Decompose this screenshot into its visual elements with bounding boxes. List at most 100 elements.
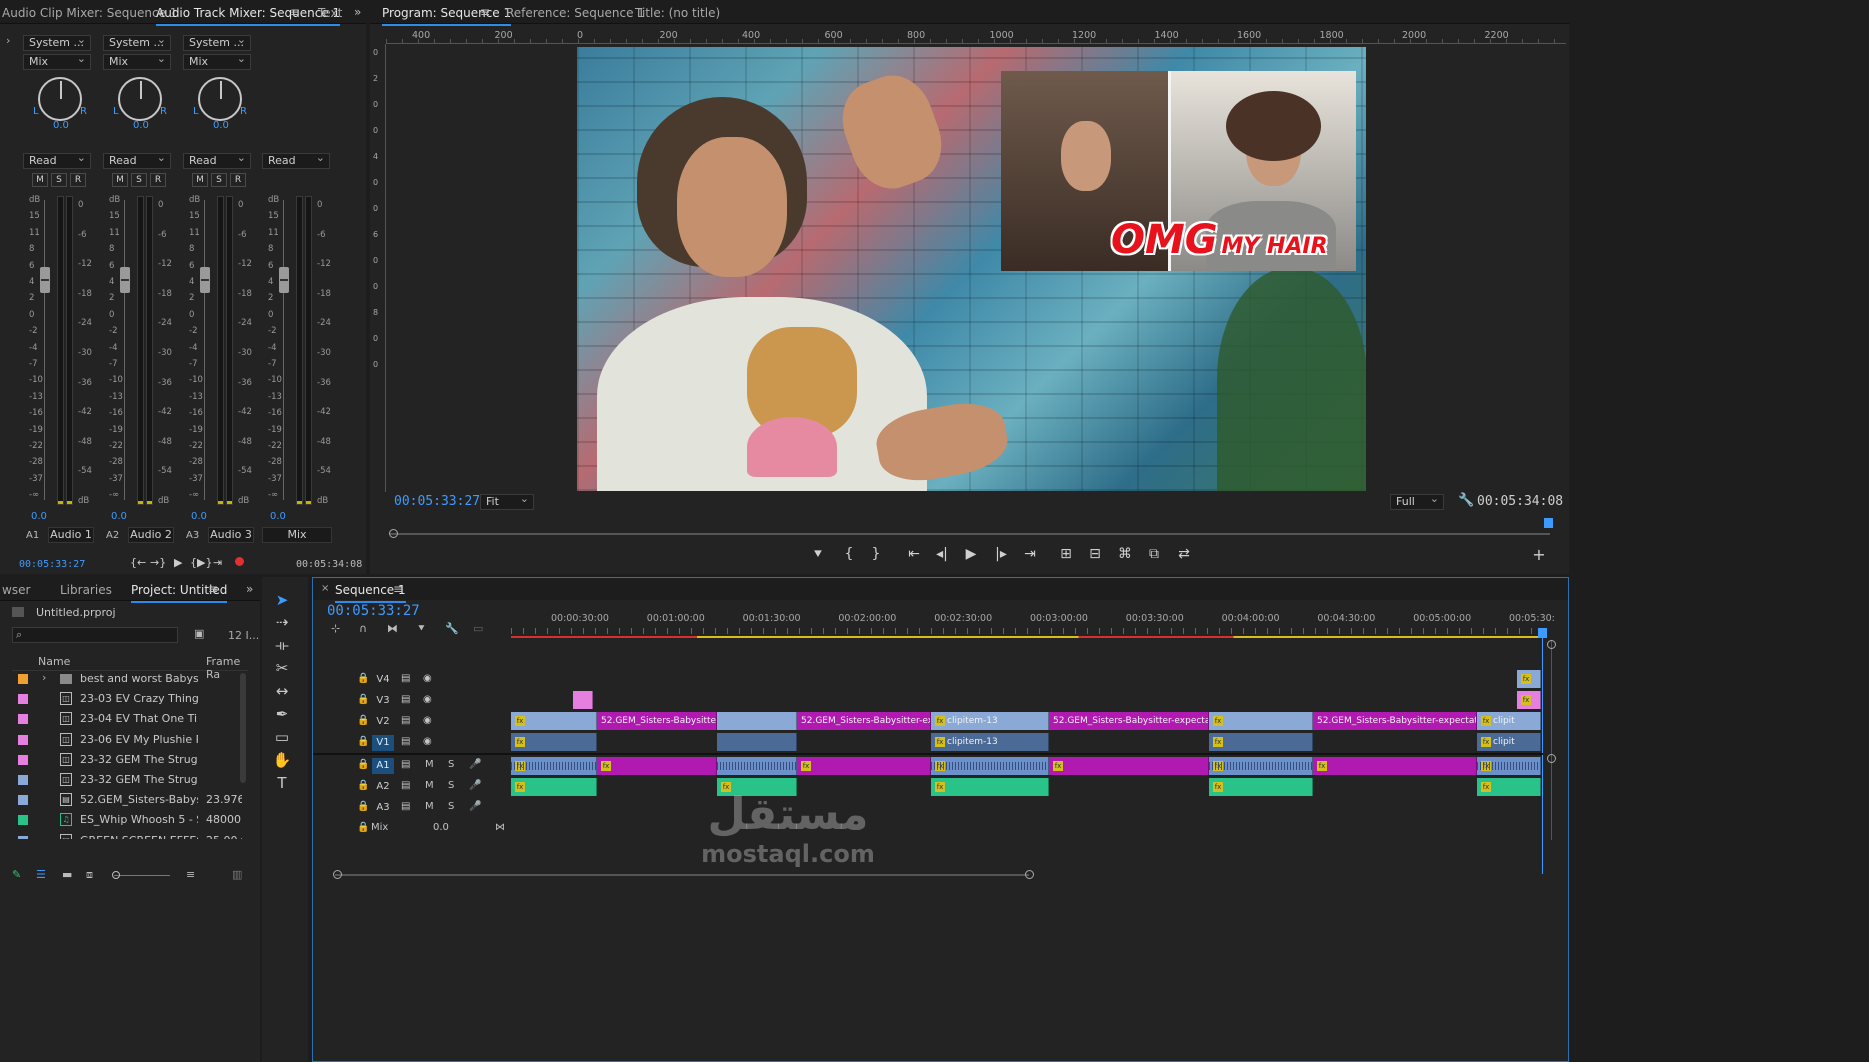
track-target-toggle[interactable]: V4: [372, 672, 394, 688]
mixer-current-time[interactable]: 00:05:33:27: [19, 559, 85, 570]
label-color-swatch[interactable]: [18, 795, 28, 806]
comparison-view-icon[interactable]: ⧉: [1143, 546, 1165, 562]
selection-tool-icon[interactable]: ➤: [270, 591, 294, 611]
v2-clip[interactable]: 52.GEM_Sisters-Babysitter-expectations: [1313, 712, 1477, 730]
volume-fader[interactable]: [279, 267, 289, 293]
insert-nested-icon[interactable]: ⊹: [331, 622, 340, 635]
go-to-in-icon[interactable]: ⇤: [903, 546, 925, 562]
expand-bin-icon[interactable]: ›: [42, 671, 46, 684]
channel-level[interactable]: 0.0: [31, 511, 47, 522]
project-item-row[interactable]: ◫ 23-03 EV Crazy Things My S: [0, 689, 250, 709]
v2-clip[interactable]: fx: [511, 712, 597, 730]
project-menu-icon[interactable]: ≡: [208, 582, 218, 596]
label-color-swatch[interactable]: [18, 734, 28, 745]
close-tab-icon[interactable]: ×: [321, 583, 329, 594]
pan-knob[interactable]: [118, 77, 162, 121]
v2-clip[interactable]: [717, 712, 797, 730]
lift-icon[interactable]: ⊞: [1055, 546, 1077, 562]
solo-button[interactable]: S: [131, 173, 147, 187]
track-select-tool-icon[interactable]: ⇢: [270, 613, 294, 633]
mark-out-icon[interactable]: }: [865, 546, 887, 562]
zoom-slider-handle[interactable]: [112, 871, 120, 879]
sync-lock-icon[interactable]: ▤: [401, 759, 410, 770]
v2-clip[interactable]: 52.GEM_Sisters-Babysitter-expectations: [1049, 712, 1209, 730]
sync-lock-icon[interactable]: ▤: [401, 736, 410, 747]
volume-fader[interactable]: [120, 267, 130, 293]
a1-clip[interactable]: fx: [797, 757, 931, 775]
hscroll-right-handle[interactable]: [1025, 870, 1034, 879]
project-item-row[interactable]: ♫ ES_Whip Whoosh 5 - SFX Pr 48000 I: [0, 810, 250, 830]
export-frame-icon[interactable]: ⌘: [1114, 546, 1136, 562]
pan-value[interactable]: 0.0: [53, 120, 69, 131]
zoom-slider[interactable]: [114, 875, 170, 876]
v1-clip[interactable]: fx clipitem-13: [931, 733, 1049, 751]
a1-clip[interactable]: fx: [1477, 757, 1541, 775]
label-color-swatch[interactable]: [18, 714, 28, 725]
automation-mode-select[interactable]: Read: [103, 151, 171, 169]
type-tool-icon[interactable]: T: [270, 774, 294, 794]
sync-lock-icon[interactable]: ▤: [401, 780, 410, 791]
rectangle-tool-icon[interactable]: ▭: [270, 728, 294, 748]
timeline-ruler[interactable]: 00:00:30:00 00:01:00:00 00:01:30:00 00:02:0…: [511, 611, 1555, 639]
hand-tool-icon[interactable]: ✋: [270, 751, 294, 771]
mute-track-button[interactable]: M: [425, 801, 434, 812]
timeline-settings-icon[interactable]: 🔧: [445, 622, 459, 635]
write-icon[interactable]: ✎: [12, 868, 21, 881]
solo-button[interactable]: S: [51, 173, 67, 187]
eye-icon[interactable]: ◉: [423, 673, 432, 684]
new-bin-from-search-icon[interactable]: ▣: [194, 627, 204, 640]
tab-media-browser[interactable]: wser: [2, 583, 30, 597]
voiceover-mic-icon[interactable]: 🎤: [469, 780, 481, 791]
sync-lock-icon[interactable]: ▤: [401, 801, 410, 812]
expand-chevron-icon[interactable]: ›: [6, 34, 10, 47]
a1-clip[interactable]: fx: [597, 757, 717, 775]
v2-clip[interactable]: fx: [1209, 712, 1313, 730]
tab-audio-track-mixer[interactable]: Audio Track Mixer: Sequence 1: [156, 6, 341, 26]
playhead-marker[interactable]: [1544, 518, 1553, 528]
tab-reference[interactable]: Reference: Sequence 1: [506, 6, 645, 20]
lock-track-icon[interactable]: 🔒: [357, 736, 369, 747]
resolution-select[interactable]: Full: [1390, 492, 1444, 510]
solo-button[interactable]: S: [211, 173, 227, 187]
tab-audio-clip-mixer[interactable]: Audio Clip Mixer: Sequence 1: [2, 6, 177, 20]
vscroll-top-handle[interactable]: [1547, 640, 1556, 649]
automation-mode-select[interactable]: Read: [262, 151, 330, 169]
project-item-row[interactable]: ◫ 23-32 GEM The Struggles of: [0, 770, 250, 790]
mute-button[interactable]: M: [32, 173, 48, 187]
go-to-out-icon[interactable]: →}: [150, 556, 166, 569]
timeline-hscroll[interactable]: [335, 874, 1029, 876]
solo-track-button[interactable]: S: [448, 759, 454, 770]
play-button-icon[interactable]: ▶: [960, 546, 982, 562]
channel-name-field[interactable]: Audio 3: [208, 527, 254, 543]
snap-icon[interactable]: ∩: [359, 622, 367, 635]
v2-clip[interactable]: fx clipitem-13: [931, 712, 1049, 730]
channel-mode-select[interactable]: Mix: [183, 52, 251, 70]
program-video-frame[interactable]: OMG MY HAIR: [577, 47, 1366, 491]
record-button[interactable]: R: [230, 173, 246, 187]
slip-tool-icon[interactable]: ↔: [270, 682, 294, 702]
automate-icon[interactable]: ▥: [232, 868, 242, 881]
timeline-vscroll[interactable]: [1551, 640, 1552, 840]
eye-icon[interactable]: ◉: [423, 694, 432, 705]
play-in-to-out-icon[interactable]: {▶}: [190, 556, 212, 569]
project-item-row[interactable]: ◫ 23-04 EV That One Time I S: [0, 709, 250, 729]
volume-fader[interactable]: [40, 267, 50, 293]
channel-name-field[interactable]: Audio 2: [128, 527, 174, 543]
lock-track-icon[interactable]: 🔒: [357, 822, 369, 833]
v2-clip[interactable]: 52.GEM_Sisters-Babysitter-expe: [797, 712, 931, 730]
a2-clip[interactable]: fx: [931, 778, 1049, 796]
sync-lock-icon[interactable]: ▤: [401, 715, 410, 726]
mix-fader-icon[interactable]: ⋈: [495, 822, 505, 833]
a1-clip[interactable]: fx: [511, 757, 597, 775]
lock-track-icon[interactable]: 🔒: [357, 715, 369, 726]
track-target-toggle[interactable]: V3: [372, 693, 394, 709]
sync-lock-icon[interactable]: ▤: [401, 694, 410, 705]
hscroll-left-handle[interactable]: [333, 870, 342, 879]
lock-track-icon[interactable]: 🔒: [357, 780, 369, 791]
tab-program[interactable]: Program: Sequence 1: [382, 6, 512, 26]
captions-icon[interactable]: ▭: [473, 622, 483, 635]
v2-clip[interactable]: fx clipit: [1477, 712, 1541, 730]
program-menu-icon[interactable]: ≡: [480, 5, 490, 19]
proxy-toggle-icon[interactable]: ⇄: [1173, 546, 1195, 562]
vscroll-bottom-handle[interactable]: [1547, 754, 1556, 763]
